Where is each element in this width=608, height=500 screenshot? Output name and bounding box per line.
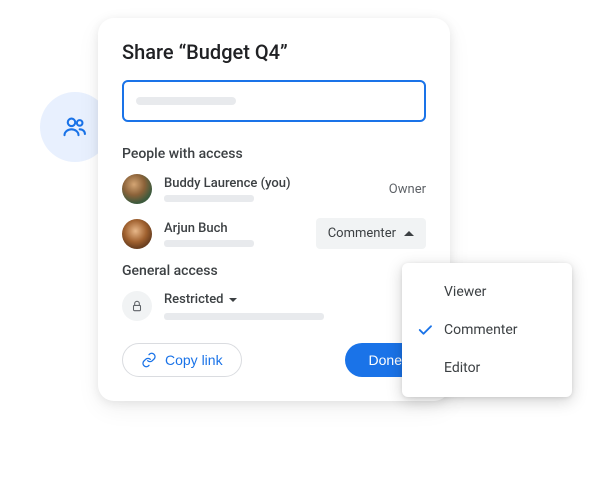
- general-access-label: Restricted: [164, 292, 223, 307]
- people-icon: [61, 113, 89, 141]
- role-dropdown-menu: Viewer Commenter Editor: [402, 263, 572, 397]
- role-owner-label: Owner: [389, 182, 426, 197]
- person-name: Buddy Laurence (you): [164, 176, 389, 191]
- avatar: [122, 219, 152, 249]
- person-row: Arjun Buch Commenter: [122, 218, 426, 249]
- people-access-heading: People with access: [122, 146, 426, 162]
- general-access-section: General access Restricted: [122, 263, 426, 321]
- general-access-select[interactable]: Restricted: [164, 292, 324, 307]
- check-icon: [416, 321, 434, 339]
- menu-item-label: Viewer: [444, 284, 486, 300]
- access-description-skeleton: [164, 313, 324, 320]
- avatar: [122, 174, 152, 204]
- menu-item-label: Commenter: [444, 322, 518, 338]
- role-dropdown[interactable]: Commenter: [316, 218, 426, 249]
- general-access-heading: General access: [122, 263, 426, 279]
- lock-circle: [122, 291, 152, 321]
- menu-item-editor[interactable]: Editor: [402, 349, 572, 387]
- lock-icon: [130, 299, 144, 313]
- menu-item-commenter[interactable]: Commenter: [402, 311, 572, 349]
- check-icon: [416, 359, 434, 377]
- general-access-row: Restricted: [122, 291, 426, 321]
- dialog-title: Share “Budget Q4”: [122, 40, 426, 64]
- input-placeholder-skeleton: [136, 97, 236, 105]
- person-row: Buddy Laurence (you) Owner: [122, 174, 426, 204]
- person-email-skeleton: [164, 240, 254, 247]
- person-email-skeleton: [164, 195, 254, 202]
- person-name: Arjun Buch: [164, 221, 316, 236]
- chevron-up-icon: [404, 231, 414, 236]
- copy-link-button[interactable]: Copy link: [122, 343, 242, 377]
- chevron-down-icon: [229, 298, 237, 302]
- copy-link-label: Copy link: [165, 352, 223, 368]
- check-icon: [416, 283, 434, 301]
- link-icon: [141, 352, 157, 368]
- role-dropdown-label: Commenter: [328, 226, 396, 241]
- menu-item-label: Editor: [444, 360, 480, 376]
- menu-item-viewer[interactable]: Viewer: [402, 273, 572, 311]
- person-info: Buddy Laurence (you): [164, 176, 389, 202]
- add-people-input[interactable]: [122, 80, 426, 122]
- share-dialog: Share “Budget Q4” People with access Bud…: [98, 18, 450, 401]
- dialog-footer: Copy link Done: [122, 343, 426, 377]
- access-info: Restricted: [164, 292, 324, 320]
- person-info: Arjun Buch: [164, 221, 316, 247]
